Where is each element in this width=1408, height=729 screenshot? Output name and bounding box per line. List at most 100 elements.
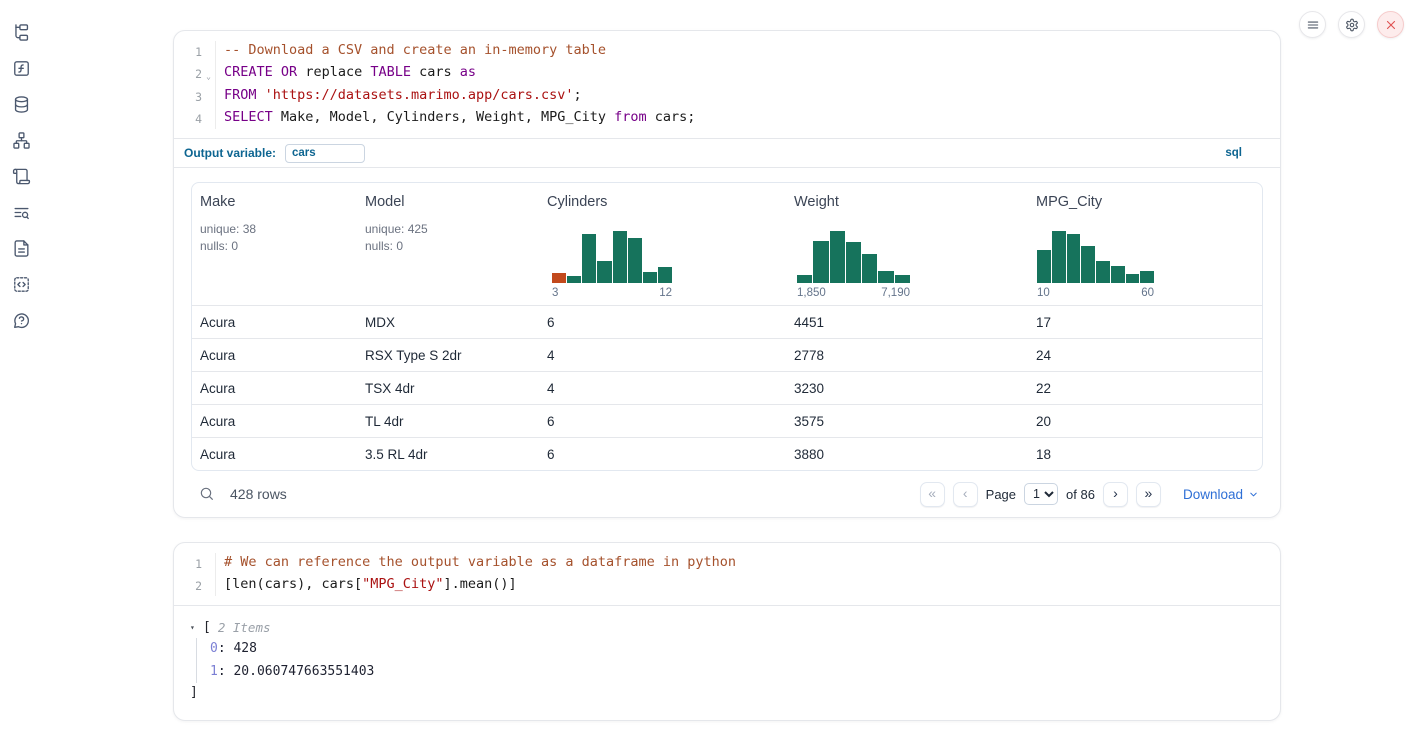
- row-count: 428 rows: [230, 486, 287, 502]
- table-cell: Acura: [192, 381, 357, 396]
- column-header-cylinders[interactable]: Cylinders 312: [539, 183, 786, 305]
- histogram-bar: [797, 275, 812, 283]
- sql-code-editor[interactable]: 1-- Download a CSV and create an in-memo…: [174, 31, 1280, 138]
- column-header-model[interactable]: Model unique: 425 nulls: 0: [357, 183, 539, 305]
- help-bubble-icon[interactable]: [11, 311, 31, 330]
- code-text: -- Download a CSV and create an in-memor…: [215, 41, 606, 63]
- histogram-bar: [552, 273, 566, 283]
- notebook-main: 1 -- Download a CSV and create an in-memo…: [173, 30, 1281, 721]
- column-header-weight[interactable]: Weight 1,8507,190: [786, 183, 1028, 305]
- fold-gutter: [202, 575, 215, 597]
- code-text: CREATE OR replace TABLE cars as: [215, 63, 476, 87]
- histogram-bar: [846, 242, 861, 283]
- table-cell: Acura: [192, 315, 357, 330]
- file-tree-icon[interactable]: [11, 23, 31, 42]
- table-cell: 3880: [786, 447, 1028, 462]
- close-bracket: ]: [190, 685, 1264, 700]
- database-icon[interactable]: [11, 95, 31, 114]
- chevron-down-icon: [1248, 489, 1259, 500]
- histogram-bar: [643, 272, 657, 283]
- code-line: 4 SELECT Make, Model, Cylinders, Weight, …: [180, 108, 1280, 130]
- line-number: 4: [180, 108, 202, 130]
- documentation-icon[interactable]: [11, 239, 31, 258]
- sql-cell-footer: Output variable: sql: [174, 138, 1280, 167]
- first-page-button[interactable]: «: [920, 482, 945, 507]
- table-cell: 17: [1028, 315, 1262, 330]
- table-cell: RSX Type S 2dr: [357, 348, 539, 363]
- table-body: AcuraMDX6445117AcuraRSX Type S 2dr427782…: [192, 305, 1262, 470]
- mpg-city-histogram[interactable]: 1060: [1037, 231, 1154, 299]
- items-count: 2 Items: [218, 620, 271, 635]
- tree-entries: 0: 4281: 20.060747663551403: [196, 638, 1264, 683]
- fold-gutter: [202, 41, 215, 63]
- histogram-bar: [1126, 274, 1140, 283]
- table-cell: 6: [539, 447, 786, 462]
- histogram-bar: [1111, 266, 1125, 283]
- column-stats: unique: 425 nulls: 0: [365, 221, 531, 254]
- line-number: 2: [180, 63, 202, 87]
- cylinders-histogram[interactable]: 312: [552, 231, 672, 299]
- settings-gear-icon[interactable]: [1338, 11, 1365, 38]
- table-cell: 4451: [786, 315, 1028, 330]
- tracebacks-search-icon[interactable]: [11, 203, 31, 222]
- histogram-bar: [597, 261, 611, 283]
- column-header-make[interactable]: Make unique: 38 nulls: 0: [192, 183, 357, 305]
- column-stats: unique: 38 nulls: 0: [200, 221, 349, 254]
- sql-cell: 1 -- Download a CSV and create an in-memo…: [173, 30, 1281, 518]
- download-button[interactable]: Download: [1183, 487, 1259, 502]
- histogram-bar: [1096, 261, 1110, 283]
- next-page-button[interactable]: ›: [1103, 482, 1128, 507]
- histogram-bar: [813, 241, 828, 283]
- python-cell: 1# We can reference the output variable …: [173, 542, 1281, 721]
- histogram-bar: [613, 231, 627, 283]
- list-item: 1: 20.060747663551403: [210, 661, 1264, 684]
- histogram-bar: [895, 275, 910, 283]
- code-text: # We can reference the output variable a…: [215, 553, 736, 575]
- histogram-bar: [878, 271, 893, 283]
- table-header: Make unique: 38 nulls: 0 Model unique: 4…: [192, 183, 1262, 305]
- search-icon[interactable]: [199, 486, 215, 502]
- table-row: AcuraRSX Type S 2dr4277824: [192, 338, 1262, 371]
- functions-icon[interactable]: [11, 59, 31, 78]
- sql-output: Make unique: 38 nulls: 0 Model unique: 4…: [174, 167, 1280, 517]
- table-cell: 20: [1028, 414, 1262, 429]
- prev-page-button[interactable]: ‹: [953, 482, 978, 507]
- weight-histogram[interactable]: 1,8507,190: [797, 231, 910, 299]
- table-cell: 4: [539, 381, 786, 396]
- page-select[interactable]: 1: [1024, 483, 1058, 505]
- dependency-graph-icon[interactable]: [11, 131, 31, 150]
- page-label: Page: [986, 487, 1016, 502]
- panel-sidebar: [11, 23, 31, 330]
- table-cell: 6: [539, 414, 786, 429]
- python-output: ▾[2 Items 0: 4281: 20.060747663551403 ]: [174, 605, 1280, 720]
- last-page-button[interactable]: »: [1136, 482, 1161, 507]
- table-row: AcuraTL 4dr6357520: [192, 404, 1262, 437]
- table-cell: Acura: [192, 414, 357, 429]
- table-row: Acura3.5 RL 4dr6388018: [192, 437, 1262, 470]
- code-text: FROM 'https://datasets.marimo.app/cars.c…: [215, 86, 582, 108]
- histogram-bar: [658, 267, 672, 283]
- shutdown-close-icon[interactable]: [1377, 11, 1404, 38]
- histogram-bar: [1037, 250, 1051, 283]
- code-line: 1# We can reference the output variable …: [180, 553, 1280, 575]
- table-cell: 24: [1028, 348, 1262, 363]
- snippets-code-icon[interactable]: [11, 275, 31, 294]
- fold-chevron-icon[interactable]: ⌄: [202, 63, 215, 87]
- logs-scroll-icon[interactable]: [11, 167, 31, 186]
- column-header-mpg-city[interactable]: MPG_City 1060: [1028, 183, 1262, 305]
- table-cell: 4: [539, 348, 786, 363]
- collapse-chevron-icon[interactable]: ▾: [190, 623, 203, 632]
- open-bracket: [: [203, 620, 211, 635]
- output-variable-input[interactable]: [285, 144, 365, 163]
- table-cell: 2778: [786, 348, 1028, 363]
- fold-gutter: [202, 86, 215, 108]
- code-text: SELECT Make, Model, Cylinders, Weight, M…: [215, 108, 695, 130]
- python-code-editor[interactable]: 1# We can reference the output variable …: [174, 543, 1280, 605]
- code-text: [len(cars), cars["MPG_City"].mean()]: [215, 575, 517, 597]
- histogram-bar: [830, 231, 845, 283]
- table-cell: MDX: [357, 315, 539, 330]
- menu-icon[interactable]: [1299, 11, 1326, 38]
- fold-gutter: [202, 553, 215, 575]
- histogram-bar: [628, 238, 642, 283]
- histogram-bar: [567, 276, 581, 283]
